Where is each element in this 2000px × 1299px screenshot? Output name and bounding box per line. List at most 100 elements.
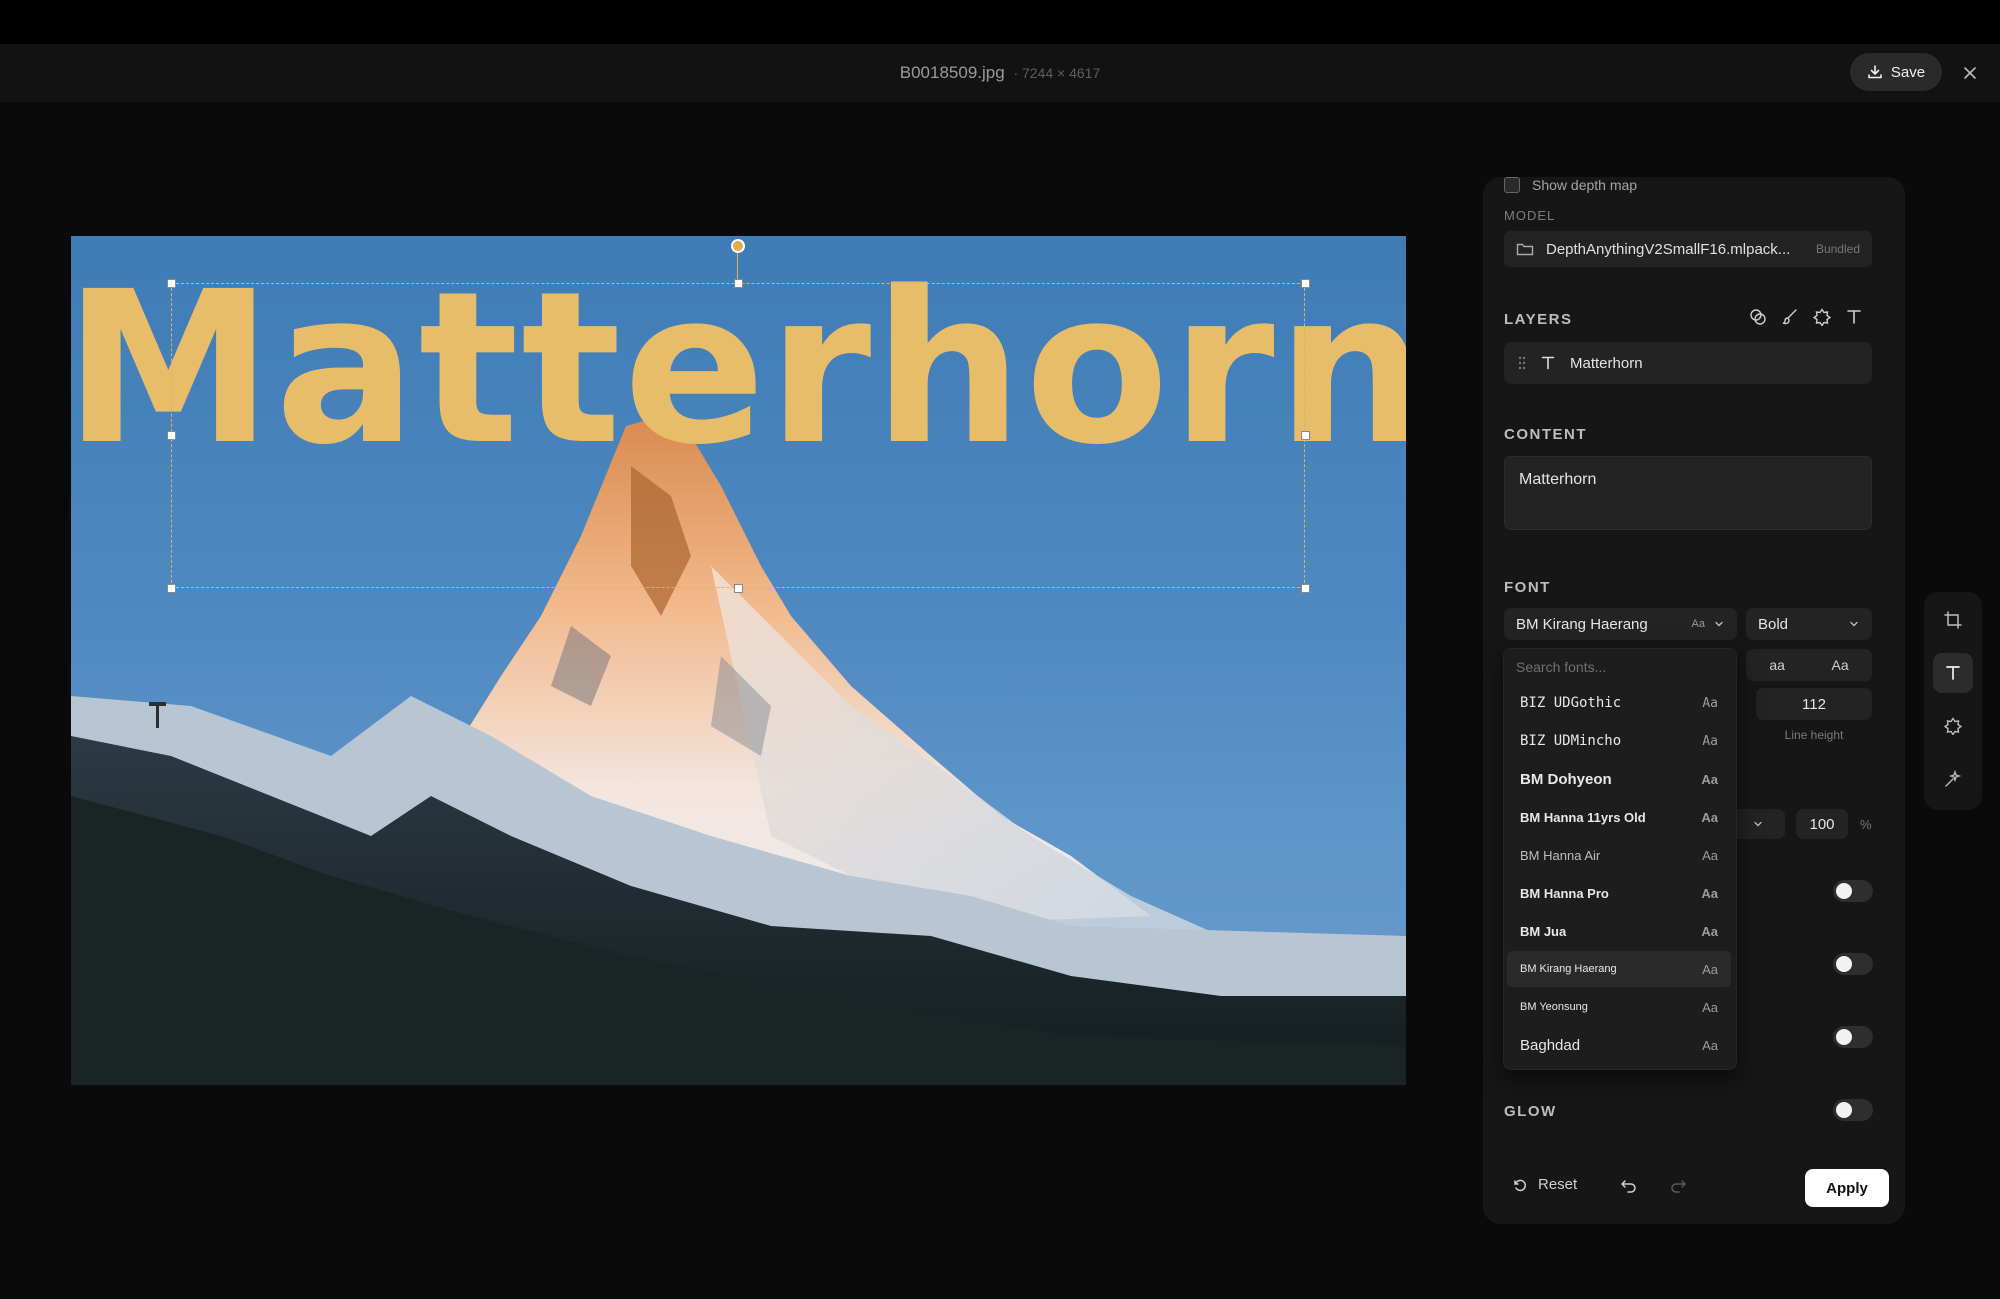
close-button[interactable]: [1956, 59, 1984, 87]
font-option-selected[interactable]: BM Kirang Haerang Aa: [1507, 951, 1731, 987]
case-lower-button[interactable]: aa: [1769, 657, 1785, 673]
crop-tool-button[interactable]: [1933, 600, 1973, 640]
magic-icon: [1945, 770, 1962, 787]
font-option-name: BM Hanna Pro: [1520, 885, 1609, 901]
content-textarea[interactable]: Matterhorn: [1504, 456, 1872, 530]
resize-handle-br[interactable]: [1301, 584, 1310, 593]
font-option[interactable]: BM Dohyeon Aa: [1507, 761, 1731, 797]
tool-rail: [1924, 592, 1982, 810]
blend-icon[interactable]: [1749, 308, 1767, 326]
font-option[interactable]: Baghdad Aa: [1507, 1027, 1731, 1063]
glow-toggle[interactable]: [1833, 1099, 1873, 1121]
font-weight-value: Bold: [1758, 615, 1789, 633]
drag-handle-icon[interactable]: [1518, 356, 1526, 370]
depth-map-checkbox[interactable]: [1504, 177, 1520, 193]
resize-handle-tr[interactable]: [1301, 279, 1310, 288]
sticker-icon[interactable]: [1813, 308, 1831, 326]
chevron-down-icon: [1850, 621, 1858, 627]
save-button[interactable]: Save: [1850, 53, 1942, 91]
window-title: B0018509.jpg · 7244 × 4617: [0, 63, 2000, 83]
font-option-name: BM Hanna 11yrs Old: [1520, 809, 1646, 825]
resize-handle-bc[interactable]: [734, 584, 743, 593]
font-option-preview: Aa: [1702, 961, 1718, 977]
text-tool-button[interactable]: [1933, 653, 1973, 693]
depth-map-row[interactable]: Show depth map: [1504, 177, 1637, 193]
font-preview-aa: Aa: [1691, 618, 1705, 630]
resize-handle-ml[interactable]: [167, 431, 176, 440]
rotation-stem: [737, 248, 738, 283]
resize-handle-tl[interactable]: [167, 279, 176, 288]
rotate-handle[interactable]: [731, 239, 745, 253]
depth-map-label: Show depth map: [1532, 177, 1638, 193]
brush-icon[interactable]: [1781, 308, 1799, 326]
font-option-preview: Aa: [1702, 847, 1718, 863]
text-selection-box[interactable]: [171, 283, 1305, 588]
font-option[interactable]: BM Yeonsung Aa: [1507, 989, 1731, 1025]
redo-icon: [1671, 1180, 1686, 1193]
font-option-name: BM Hanna Air: [1520, 847, 1601, 863]
title-bar: B0018509.jpg · 7244 × 4617 Save: [0, 44, 2000, 102]
font-option[interactable]: BM Jua Aa: [1507, 913, 1731, 949]
opacity-unit: %: [1860, 817, 1872, 832]
redo-button[interactable]: [1669, 1178, 1687, 1199]
resize-handle-tc[interactable]: [734, 279, 743, 288]
opacity-input[interactable]: 100: [1796, 809, 1848, 839]
undo-button[interactable]: [1620, 1178, 1638, 1199]
image-dimensions: · 7244 × 4617: [1013, 65, 1101, 81]
font-option-name: BIZ UDGothic: [1520, 695, 1622, 711]
text-case-toggle: aa Aa: [1746, 649, 1872, 681]
effect-toggle-2[interactable]: [1833, 953, 1873, 975]
file-name: B0018509.jpg: [899, 63, 1005, 82]
effect-toggle-1[interactable]: [1833, 880, 1873, 902]
font-option-preview: Aa: [1701, 885, 1718, 901]
font-search-input[interactable]: Search fonts...: [1516, 659, 1606, 675]
model-field[interactable]: DepthAnythingV2SmallF16.mlpack... Bundle…: [1504, 231, 1872, 267]
resize-handle-bl[interactable]: [167, 584, 176, 593]
save-label: Save: [1890, 63, 1926, 81]
apply-button[interactable]: Apply: [1805, 1169, 1889, 1207]
add-text-icon[interactable]: [1845, 308, 1863, 326]
model-name: DepthAnythingV2SmallF16.mlpack...: [1546, 240, 1791, 258]
download-icon: [1868, 65, 1882, 79]
font-weight-select[interactable]: Bold: [1746, 608, 1872, 640]
line-height-label: Line height: [1784, 728, 1844, 742]
font-option[interactable]: BM Hanna Air Aa: [1507, 837, 1731, 873]
layer-name: Matterhorn: [1570, 354, 1643, 372]
chevron-down-icon: [1754, 821, 1762, 827]
sticker-tool-button[interactable]: [1933, 706, 1973, 746]
crop-icon: [1944, 611, 1962, 629]
layer-item[interactable]: Matterhorn: [1504, 342, 1872, 384]
font-option[interactable]: BM Hanna 11yrs Old Aa: [1507, 799, 1731, 835]
close-icon: [1964, 67, 1976, 79]
chevron-down-icon: [1715, 621, 1723, 627]
reset-button[interactable]: Reset: [1512, 1176, 1577, 1193]
font-option-preview: Aa: [1701, 771, 1718, 787]
glow-label: GLOW: [1504, 1103, 1557, 1120]
font-option-name: BM Yeonsung: [1520, 1001, 1588, 1013]
font-option-name: BM Dohyeon: [1520, 770, 1612, 788]
font-option-name: BIZ UDMincho: [1520, 733, 1622, 749]
font-option-name: BM Jua: [1520, 923, 1567, 939]
opacity-mode-select[interactable]: [1731, 809, 1785, 839]
font-label: FONT: [1504, 579, 1551, 596]
font-option[interactable]: BIZ UDGothic Aa: [1507, 685, 1731, 721]
font-dropdown: Search fonts... BIZ UDGothic Aa BIZ UDMi…: [1503, 648, 1737, 1070]
text-icon: [1946, 666, 1960, 680]
magic-tool-button[interactable]: [1933, 759, 1973, 799]
folder-icon: [1516, 243, 1534, 256]
layer-actions: [1749, 308, 1863, 326]
font-option-preview: Aa: [1702, 733, 1718, 749]
font-option-name: Baghdad: [1520, 1036, 1581, 1054]
case-title-button[interactable]: Aa: [1832, 657, 1849, 673]
font-option-name: BM Kirang Haerang: [1520, 963, 1617, 975]
effect-toggle-3[interactable]: [1833, 1026, 1873, 1048]
undo-icon: [1621, 1180, 1636, 1193]
font-family-select[interactable]: BM Kirang Haerang Aa: [1504, 608, 1737, 640]
reset-label: Reset: [1538, 1176, 1578, 1193]
line-height-input[interactable]: 112: [1756, 688, 1872, 720]
panel-footer: Reset Apply: [1504, 1169, 1889, 1209]
resize-handle-mr[interactable]: [1301, 431, 1310, 440]
model-label: MODEL: [1504, 208, 1556, 223]
font-option[interactable]: BIZ UDMincho Aa: [1507, 723, 1731, 759]
font-option[interactable]: BM Hanna Pro Aa: [1507, 875, 1731, 911]
